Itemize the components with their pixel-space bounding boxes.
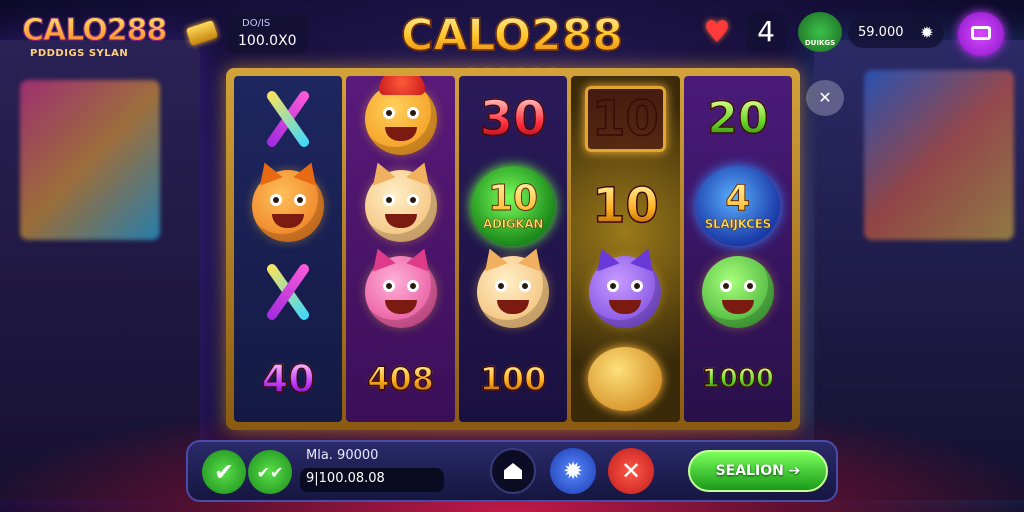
- blue-orb-icon: 4 SLAIJKCES: [695, 165, 780, 246]
- cream-cat-icon: [477, 256, 550, 329]
- auto-spin-icon: ✔✔: [256, 462, 284, 482]
- symbol-cream-cat: [468, 251, 558, 333]
- wands-icon: [253, 257, 323, 327]
- reel-number: 100: [479, 359, 547, 398]
- symbol-number: 10: [580, 165, 670, 247]
- symbol-pink-cat: [356, 251, 446, 333]
- close-button[interactable]: ✕: [608, 448, 654, 494]
- bet-field[interactable]: 9|100.08.08: [300, 468, 444, 492]
- reel-number: 10: [585, 86, 666, 153]
- tomato-face-icon: [364, 76, 437, 156]
- bet-label: Mla. 90000: [306, 448, 379, 463]
- coins-display: 59.000 ✹: [848, 18, 944, 48]
- symbol-number: 40: [243, 338, 333, 420]
- symbol-blue-orb: 4 SLAIJKCES: [693, 165, 783, 247]
- auto-spin-button[interactable]: ✔✔: [248, 450, 292, 494]
- symbol-number: 30: [468, 78, 558, 160]
- symbol-number: 408: [356, 338, 446, 420]
- green-orb-icon: 10 ADIGKAN: [471, 165, 556, 246]
- symbol-green-orb: 10 ADIGKAN: [468, 165, 558, 247]
- symbol-number: 100: [468, 338, 558, 420]
- arcade-screen-right: [864, 70, 1014, 240]
- game-logo: CALO288 PDDDIGS SYLAN: [22, 13, 177, 66]
- balance-value: 100.0X0: [238, 33, 297, 49]
- symbol-wands: [243, 251, 333, 333]
- cream-cat-icon: [364, 169, 437, 242]
- symbol-purple-cat: [580, 251, 670, 333]
- purple-cat-icon: [589, 256, 662, 329]
- gold-coin-icon: [588, 346, 663, 411]
- bet-value: 9|100.08.08: [306, 471, 385, 486]
- reels-grid: 40 408 30 10 ADIGKAN 100 10 10 20 4 SLAIJK…: [234, 76, 793, 422]
- shop-icon[interactable]: DUIKGS: [798, 12, 842, 52]
- shop-label: DUIKGS: [804, 39, 836, 47]
- wands-icon: [253, 84, 323, 154]
- reel-frame: 40 408 30 10 ADIGKAN 100 10 10 20 4 SLAIJK…: [226, 68, 800, 430]
- symbol-number-boxed: 10: [580, 78, 670, 160]
- logo-text: CALO288: [22, 13, 177, 48]
- menu-icon: [971, 26, 991, 40]
- symbol-number: 1000: [693, 338, 783, 420]
- orb-label: ADIGKAN: [482, 216, 544, 232]
- reel-2: 408: [346, 76, 455, 422]
- mute-icon: ✕: [818, 88, 832, 107]
- heart-icon[interactable]: ♥: [698, 14, 736, 52]
- settings-button[interactable]: ✹: [550, 448, 596, 494]
- confirm-button[interactable]: ✔: [202, 450, 246, 494]
- orange-cat-icon: [252, 169, 325, 242]
- menu-button[interactable]: [958, 12, 1004, 56]
- coins-value: 59.000: [858, 25, 904, 40]
- reel-number: 10: [591, 177, 659, 234]
- gear-icon: ✹: [562, 457, 584, 485]
- game-title: CALO288: [392, 9, 632, 62]
- mute-button[interactable]: ✕: [806, 80, 844, 116]
- home-button[interactable]: [490, 448, 536, 494]
- reel-number: 1000: [701, 363, 775, 394]
- orb-label: SLAIJKCES: [704, 216, 771, 232]
- close-icon: ✕: [620, 457, 642, 485]
- control-bar: ✔ ✔✔ Mla. 90000 9|100.08.08 ✹ ✕ SEALION …: [186, 440, 838, 502]
- lives-counter: 4: [746, 12, 786, 52]
- coins-settings-icon[interactable]: ✹: [918, 24, 936, 42]
- orb-number: 4: [725, 177, 751, 219]
- check-icon: ✔: [213, 458, 235, 486]
- symbol-tomato-face: [356, 76, 446, 160]
- green-face-icon: [701, 256, 774, 329]
- reel-4: 10 10: [571, 76, 680, 422]
- symbol-orange-cat: [243, 165, 333, 247]
- gold-bar-icon: [185, 20, 219, 46]
- orb-number: 10: [487, 177, 539, 219]
- reel-number: 40: [261, 356, 315, 401]
- logo-subtitle: PDDDIGS SYLAN: [30, 48, 129, 59]
- pink-cat-icon: [364, 256, 437, 329]
- symbol-green-face: [693, 251, 783, 333]
- reel-number: 30: [479, 91, 547, 148]
- symbol-number: 20: [693, 78, 783, 160]
- balance-display: DO/IS 100.0X0: [226, 14, 308, 54]
- reel-number: 408: [366, 359, 434, 398]
- spin-button[interactable]: SEALION ➔: [688, 450, 828, 492]
- reel-number: 20: [706, 93, 769, 145]
- balance-label: DO/IS: [242, 18, 271, 29]
- home-icon: [504, 463, 522, 479]
- reel-1: 40: [234, 76, 343, 422]
- symbol-wands: [243, 78, 333, 160]
- reel-3: 30 10 ADIGKAN 100: [458, 76, 568, 422]
- symbol-cream-cat: [356, 165, 446, 247]
- reel-5: 20 4 SLAIJKCES 1000: [683, 76, 793, 422]
- arcade-screen-left: [20, 80, 160, 240]
- symbol-gold-coin: [580, 338, 670, 420]
